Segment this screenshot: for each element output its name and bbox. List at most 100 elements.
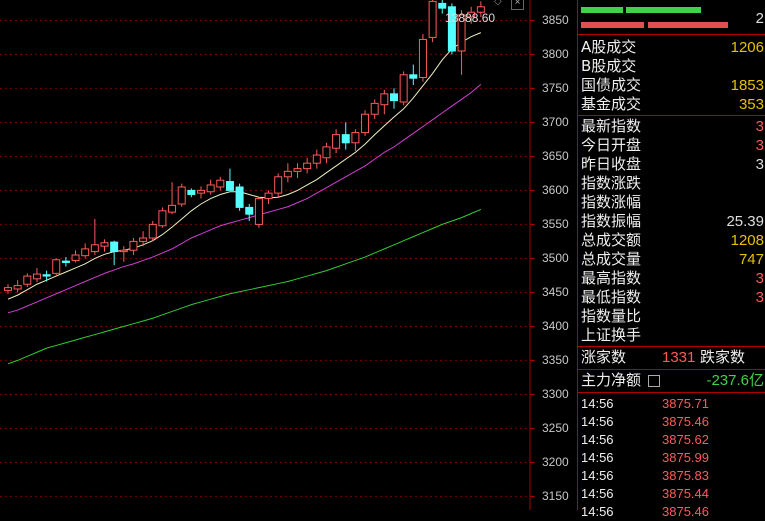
tick-time: 14:56 — [581, 468, 614, 483]
candle-body — [129, 240, 138, 251]
tick-row: 14:56 3875.99 — [578, 449, 765, 467]
prev-close-value: 3 — [755, 156, 764, 173]
candle — [293, 163, 302, 179]
candle — [274, 173, 283, 198]
candle — [254, 197, 263, 228]
candle — [177, 183, 186, 207]
candle-body — [216, 179, 225, 188]
tick-time: 14:56 — [581, 450, 614, 465]
candle — [380, 89, 389, 115]
separator — [578, 369, 765, 370]
candle-body — [139, 237, 148, 242]
candle — [418, 34, 427, 82]
advancers-value: 1331 — [662, 349, 696, 366]
amplitude-value: 25.39 — [726, 213, 764, 230]
tick-price: 3875.46 — [662, 414, 709, 429]
candle-body — [264, 192, 273, 200]
candle — [409, 64, 418, 85]
tick-price: 3875.71 — [662, 396, 709, 411]
a-share-label: A股成交 — [581, 38, 637, 56]
candle — [13, 280, 22, 293]
candle — [225, 168, 234, 191]
candle-body — [90, 244, 99, 253]
candle-body — [322, 146, 331, 159]
y-tick-label: 3800 — [542, 47, 569, 62]
tick-price: 3875.99 — [662, 450, 709, 465]
candle — [119, 246, 128, 262]
candle-body — [4, 287, 12, 291]
separator — [578, 115, 765, 116]
buy-strength-bar-1 — [581, 7, 623, 13]
total-amount-value: 1208 — [730, 232, 764, 249]
tick-row: 14:56 3875.46 — [578, 413, 765, 431]
candle — [235, 183, 244, 211]
row-vol-ratio: 指数量比 — [578, 307, 765, 326]
today-open-label: 今日开盘 — [581, 136, 642, 154]
candle — [61, 257, 70, 267]
candle — [341, 122, 350, 150]
ma10-line — [7, 83, 482, 314]
candle — [81, 243, 90, 259]
tick-price: 3875.83 — [662, 468, 709, 483]
tick-time: 14:56 — [581, 396, 614, 411]
candle-body — [370, 102, 379, 115]
candle — [187, 188, 196, 198]
amplitude-label: 指数振幅 — [581, 212, 642, 230]
candle — [71, 250, 80, 263]
candle — [283, 163, 292, 183]
candle-body — [177, 186, 186, 205]
candle — [428, 0, 437, 43]
candle — [370, 99, 379, 119]
row-advance-decline: 涨家数 1331 跌家数 — [578, 348, 765, 367]
candle-body — [235, 186, 244, 208]
candle-body — [332, 134, 341, 149]
chart-close-icon[interactable]: × — [511, 0, 524, 10]
tick-row: 14:56 3875.71 — [578, 395, 765, 413]
row-net-flow[interactable]: 主力净额 -237.6亿 — [578, 371, 765, 390]
low-label: 最低指数 — [581, 288, 642, 306]
change-label: 指数涨跌 — [581, 174, 642, 192]
row-a-share: A股成交 1206 — [578, 38, 765, 57]
candle-body — [100, 242, 109, 247]
vol-ratio-label: 指数量比 — [581, 307, 642, 325]
y-tick-label: 3350 — [542, 353, 569, 368]
candle-body — [158, 210, 167, 227]
candle-body — [303, 162, 312, 170]
candle-body — [23, 275, 32, 285]
candle — [206, 179, 215, 195]
treasury-value: 1853 — [730, 77, 764, 94]
candle — [264, 190, 273, 204]
tick-price: 3875.46 — [662, 504, 709, 519]
row-latest-index: 最新指数 3 — [578, 117, 765, 136]
advancers-label: 涨家数 — [581, 348, 627, 366]
sell-strength-bar-2 — [648, 22, 728, 28]
candle-body — [81, 248, 90, 257]
kline-svg[interactable] — [0, 0, 577, 510]
chart-collapse-icon[interactable]: ◇ — [494, 0, 502, 7]
b-share-label: B股成交 — [581, 57, 637, 75]
candle-body — [225, 181, 234, 191]
candle — [390, 88, 398, 109]
turnover-label: 上证换手 — [581, 326, 642, 344]
row-amplitude: 指数振幅 25.39 — [578, 212, 765, 231]
tick-price: 3875.44 — [662, 486, 709, 501]
candle-body — [428, 0, 437, 38]
fund-value: 353 — [738, 96, 764, 113]
candle-body — [418, 38, 427, 79]
candle — [216, 176, 225, 191]
candle-body — [380, 93, 389, 106]
candle-body — [148, 223, 157, 239]
net-flow-detail-icon[interactable] — [648, 375, 660, 387]
row-prev-close: 昨日收盘 3 — [578, 155, 765, 174]
total-amount-label: 总成交额 — [581, 231, 642, 249]
candle — [168, 182, 177, 215]
candle — [303, 157, 312, 174]
candle-body — [351, 132, 360, 144]
a-share-value: 1206 — [730, 39, 764, 56]
total-volume-label: 总成交量 — [581, 250, 642, 268]
fund-label: 基金成交 — [581, 95, 642, 113]
total-volume-value: 747 — [738, 251, 764, 268]
high-label: 最高指数 — [581, 269, 642, 287]
row-total-volume: 总成交量 747 — [578, 250, 765, 269]
row-today-open: 今日开盘 3 — [578, 136, 765, 155]
